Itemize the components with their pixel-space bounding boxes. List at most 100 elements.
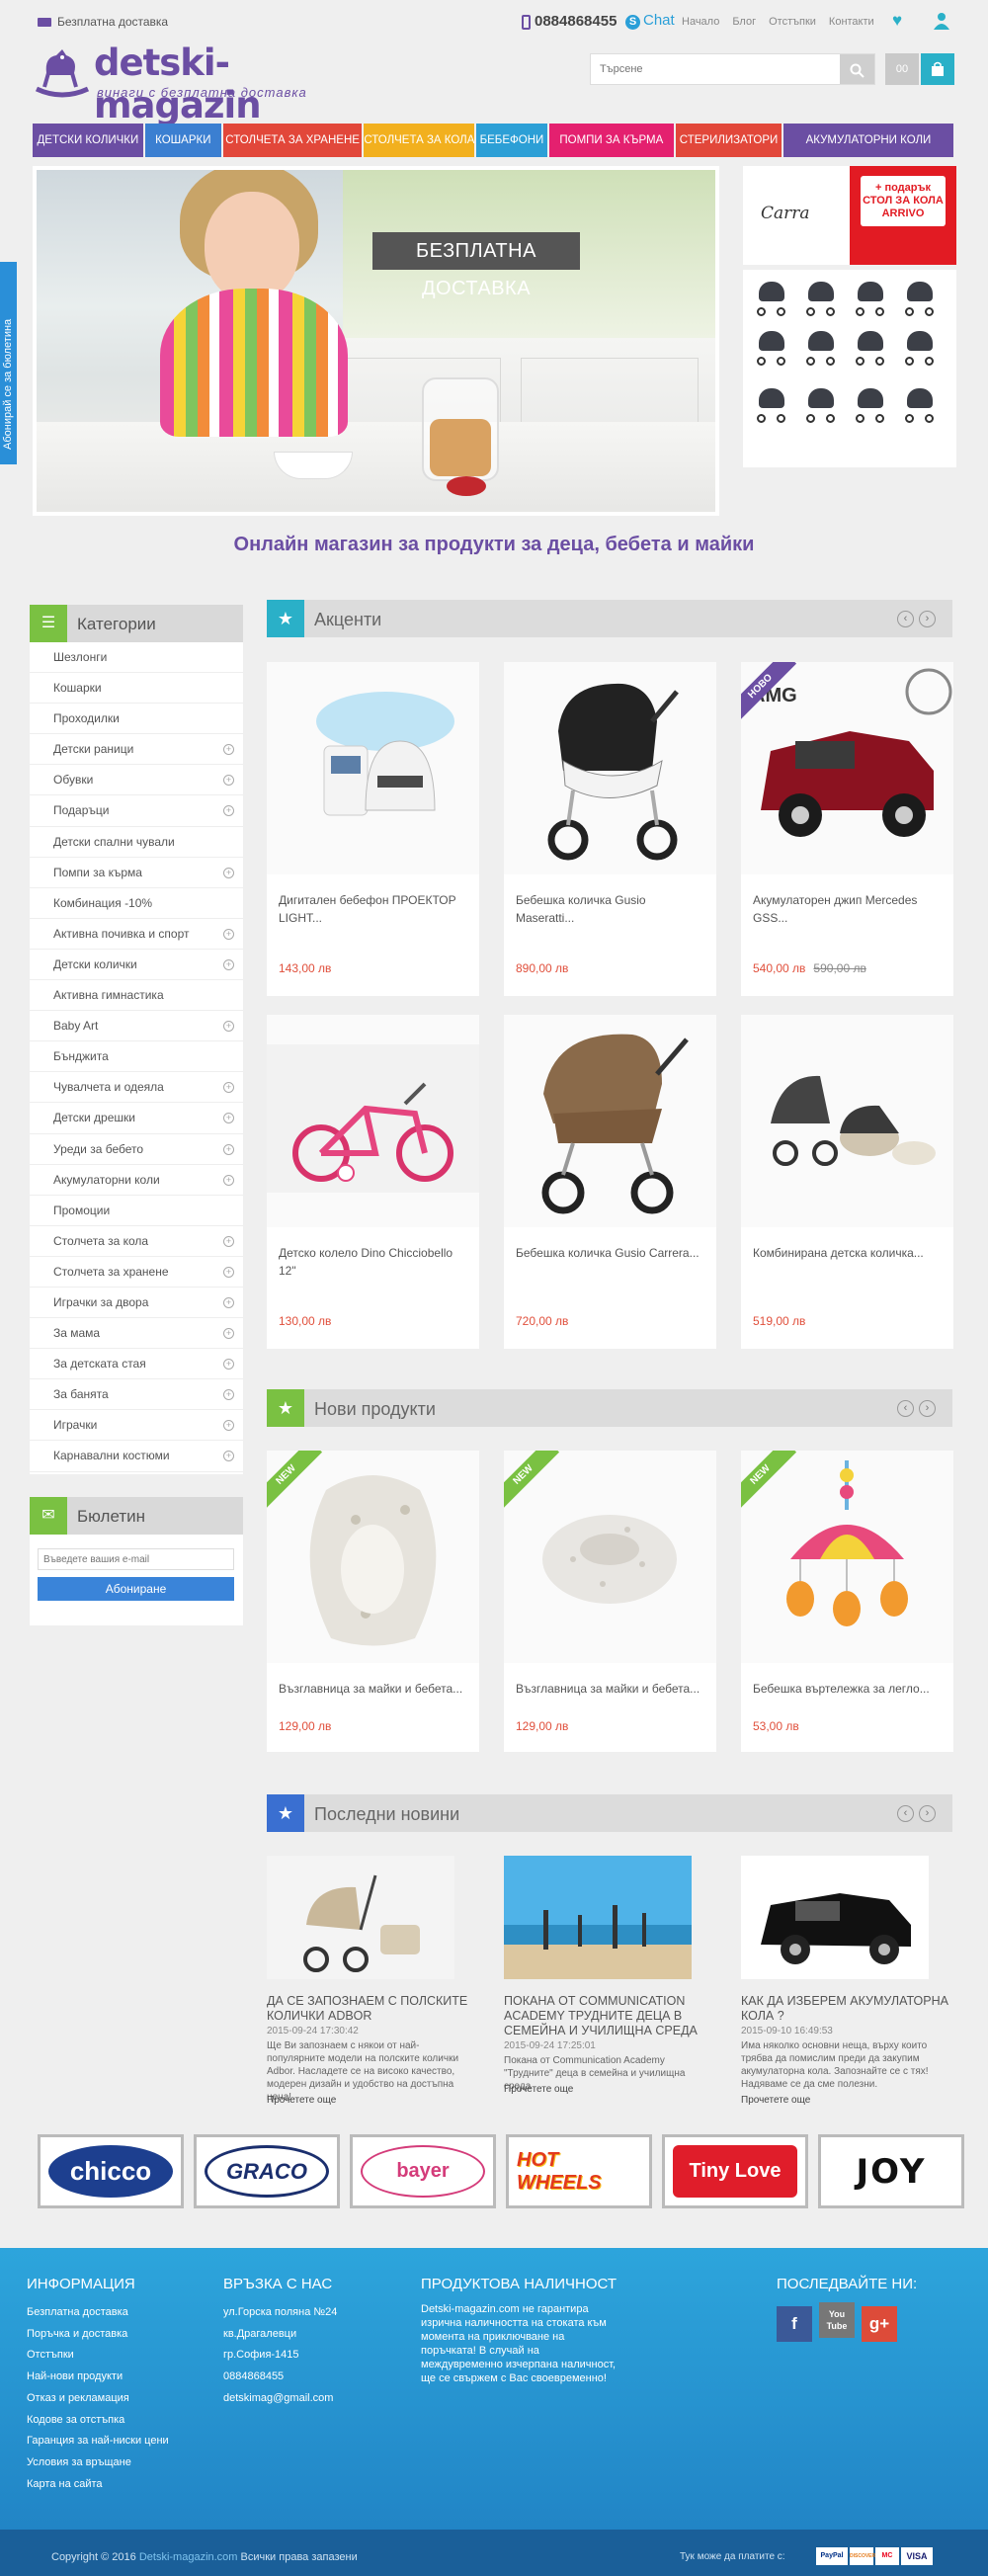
category-item[interactable]: Карнавални костюми + xyxy=(30,1441,243,1472)
category-item[interactable]: Проходилки xyxy=(30,704,243,735)
category-item[interactable]: Чувалчета и одеяла + xyxy=(30,1072,243,1104)
news-image[interactable] xyxy=(741,1856,929,1979)
brand-logo[interactable]: chicco xyxy=(38,2134,184,2208)
brand-logo[interactable]: JOY xyxy=(818,2134,964,2208)
footer-link[interactable]: Карта на сайта xyxy=(27,2474,169,2496)
expand-plus-icon[interactable]: + xyxy=(223,744,234,756)
nav-item-6[interactable]: СТЕРИЛИЗАТОРИ xyxy=(676,124,782,157)
product-image[interactable] xyxy=(504,1451,716,1663)
cart-button[interactable] xyxy=(921,53,954,85)
category-item[interactable]: Столчета за хранене + xyxy=(30,1257,243,1288)
subscribe-button[interactable]: Абониране xyxy=(38,1577,234,1601)
category-item[interactable]: За банята + xyxy=(30,1379,243,1411)
site-logo[interactable]: detski-magazin винаги с безплатна достав… xyxy=(33,42,329,126)
product-image[interactable] xyxy=(741,1451,953,1663)
category-item[interactable]: Baby Art + xyxy=(30,1011,243,1042)
expand-plus-icon[interactable]: + xyxy=(223,1420,234,1432)
footer-link[interactable]: Най-нови продукти xyxy=(27,2367,169,2388)
category-item[interactable]: Акумулаторни коли + xyxy=(30,1165,243,1196)
read-more-link[interactable]: Прочетете още xyxy=(267,2095,336,2106)
product-name[interactable]: Възглавница за майки и бебета... xyxy=(516,1680,703,1698)
carra-promo-banner[interactable]: Carra + подарък СТОЛ ЗА КОЛА ARRIVO xyxy=(743,166,956,265)
product-image[interactable] xyxy=(504,662,716,874)
product-name[interactable]: Комбинирана детска количка... xyxy=(753,1244,941,1262)
wishlist-heart-icon[interactable]: ♥ xyxy=(892,12,910,30)
news-next-arrow[interactable]: › xyxy=(919,1805,936,1822)
footer-link[interactable]: Гаранция за най-ниски цени xyxy=(27,2431,169,2452)
news-prev-arrow[interactable]: ‹ xyxy=(897,1805,914,1822)
product-card[interactable]: Бебешка количка Gusio Carrera... 720,00 л… xyxy=(504,1015,716,1349)
featured-prev-arrow[interactable]: ‹ xyxy=(897,611,914,627)
product-card[interactable]: AMG НОВО Акумулаторен джип Mercedes GSS...… xyxy=(741,662,953,996)
expand-plus-icon[interactable]: + xyxy=(223,928,234,940)
product-image[interactable] xyxy=(267,1015,479,1227)
category-item[interactable]: Активна почивка и спорт + xyxy=(30,919,243,950)
category-item[interactable]: Кошарки xyxy=(30,673,243,705)
brand-logo[interactable]: GRACO xyxy=(194,2134,340,2208)
facebook-icon[interactable]: f xyxy=(777,2306,812,2342)
user-account-icon[interactable] xyxy=(933,12,950,30)
product-name[interactable]: Бебешка въртележка за легло... xyxy=(753,1680,941,1698)
product-name[interactable]: Дигитален бебефон ПРОЕКТОР LIGHT... xyxy=(279,891,466,927)
product-name[interactable]: Възглавница за майки и бебета... xyxy=(279,1680,466,1698)
expand-plus-icon[interactable]: + xyxy=(223,1328,234,1340)
product-image[interactable] xyxy=(741,1015,953,1227)
footer-link[interactable]: Отказ и рекламация xyxy=(27,2388,169,2410)
category-item[interactable]: Детски спални чували xyxy=(30,827,243,858)
category-item[interactable]: Комбинация -10% xyxy=(30,888,243,919)
top-link-discounts[interactable]: Отстъпки xyxy=(769,16,816,28)
expand-plus-icon[interactable]: + xyxy=(223,958,234,970)
category-item[interactable]: Бънджита xyxy=(30,1041,243,1073)
expand-plus-icon[interactable]: + xyxy=(223,1451,234,1462)
category-item[interactable]: За детската стая + xyxy=(30,1349,243,1380)
expand-plus-icon[interactable]: + xyxy=(223,1143,234,1155)
nav-item-1[interactable]: КОШАРКИ xyxy=(144,124,221,157)
expand-plus-icon[interactable]: + xyxy=(223,1296,234,1308)
footer-link[interactable]: Условия за връщане xyxy=(27,2452,169,2474)
news-title[interactable]: ДА СЕ ЗАПОЗНАЕМ С ПОЛСКИТЕ КОЛИЧКИ ADBOR xyxy=(267,1994,474,2024)
expand-plus-icon[interactable]: + xyxy=(223,1389,234,1401)
news-title[interactable]: КАК ДА ИЗБЕРЕМ АКУМУЛАТОРНА КОЛА ? xyxy=(741,1994,948,2024)
new-products-next-arrow[interactable]: › xyxy=(919,1400,936,1417)
expand-plus-icon[interactable]: + xyxy=(223,1021,234,1033)
brand-logo[interactable]: Tiny Love xyxy=(662,2134,808,2208)
top-link-blog[interactable]: Блог xyxy=(732,16,756,28)
category-item[interactable]: Играчки + xyxy=(30,1410,243,1442)
search-input[interactable] xyxy=(591,54,838,84)
category-item[interactable]: Играчки за двора + xyxy=(30,1288,243,1319)
expand-plus-icon[interactable]: + xyxy=(223,805,234,817)
product-card[interactable]: NEW Възглавница за майки и бебета... 129,0… xyxy=(267,1451,479,1752)
product-card[interactable]: NEW Възглавница за майки и бебета... 129,0… xyxy=(504,1451,716,1752)
top-link-contacts[interactable]: Контакти xyxy=(829,16,874,28)
nav-item-7[interactable]: АКУМУЛАТОРНИ КОЛИ xyxy=(782,124,954,157)
newsletter-side-tab[interactable]: Абонирай се за бюлетина xyxy=(0,262,17,464)
read-more-link[interactable]: Прочетете още xyxy=(504,2084,573,2095)
product-image[interactable] xyxy=(267,1451,479,1663)
expand-plus-icon[interactable]: + xyxy=(223,1082,234,1094)
product-card[interactable]: Бебешка количка Gusio Maseratti... 890,00… xyxy=(504,662,716,996)
category-item[interactable]: Детски раници + xyxy=(30,734,243,766)
footer-link[interactable]: Безплатна доставка xyxy=(27,2302,169,2324)
category-item[interactable]: За мама + xyxy=(30,1318,243,1350)
free-shipping-link[interactable]: Безплатна доставка xyxy=(38,15,168,29)
expand-plus-icon[interactable]: + xyxy=(223,1235,234,1247)
product-name[interactable]: Бебешка количка Gusio Maseratti... xyxy=(516,891,703,927)
expand-plus-icon[interactable]: + xyxy=(223,1266,234,1278)
strollers-promo-banner[interactable] xyxy=(743,270,956,467)
skype-chat-link[interactable]: S Chat xyxy=(625,12,675,30)
new-products-prev-arrow[interactable]: ‹ xyxy=(897,1400,914,1417)
product-card[interactable]: NEW Бебешка въртележка за легло... 53,00 л… xyxy=(741,1451,953,1752)
expand-plus-icon[interactable]: + xyxy=(223,867,234,878)
news-image[interactable] xyxy=(267,1856,454,1979)
category-item[interactable]: Шезлонги xyxy=(30,642,243,674)
expand-plus-icon[interactable]: + xyxy=(223,775,234,787)
category-item[interactable]: Детски дрешки + xyxy=(30,1103,243,1134)
product-image[interactable]: AMG xyxy=(741,662,953,874)
phone-number[interactable]: 0884868455 xyxy=(522,13,617,30)
nav-item-4[interactable]: БЕБЕФОНИ xyxy=(476,124,547,157)
brand-logo[interactable]: HOT WHEELS xyxy=(506,2134,652,2208)
youtube-icon[interactable]: You Tube xyxy=(819,2302,855,2338)
news-title[interactable]: ПОКАНА ОТ COMMUNICATION ACADEMY ТРУДНИТЕ… xyxy=(504,1994,711,2038)
category-item[interactable]: Столчета за кола + xyxy=(30,1226,243,1257)
product-name[interactable]: Бебешка количка Gusio Carrera... xyxy=(516,1244,703,1262)
